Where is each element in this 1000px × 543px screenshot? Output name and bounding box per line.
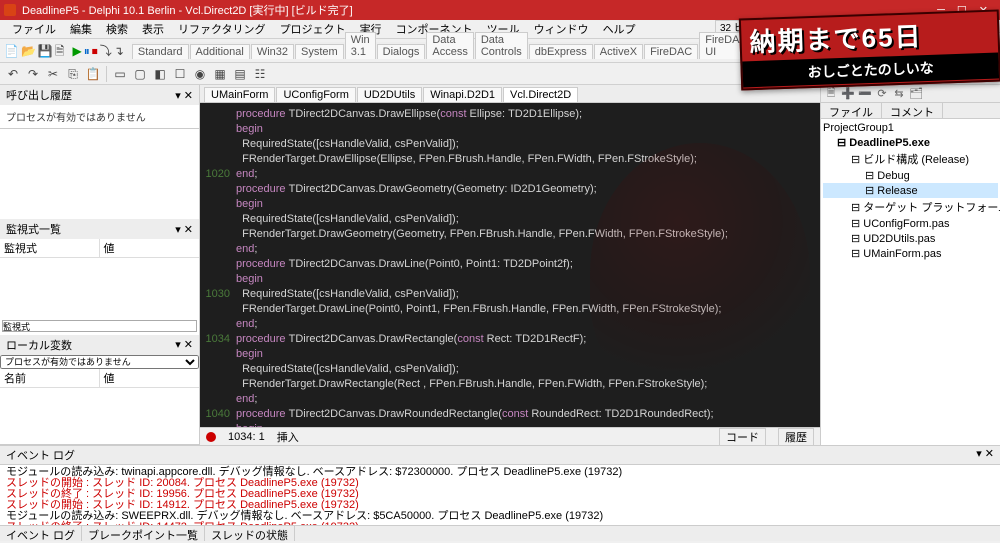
open-icon[interactable]: 📂 bbox=[21, 42, 36, 60]
component-icon[interactable]: ☷ bbox=[251, 65, 269, 83]
proj-tool-icon[interactable]: ⇆ bbox=[892, 87, 906, 100]
callstack-body: プロセスが有効ではありません bbox=[0, 105, 199, 128]
process-select[interactable]: プロセスが有効ではありません bbox=[0, 355, 199, 369]
undo-icon[interactable]: ↶ bbox=[4, 65, 22, 83]
tree-node[interactable]: ⊟ ビルド構成 (Release) bbox=[823, 150, 998, 168]
step-over-icon[interactable]: ⤵ bbox=[100, 42, 112, 60]
component-icon[interactable]: ☐ bbox=[171, 65, 189, 83]
right-tab-file[interactable]: ファイル bbox=[821, 103, 882, 118]
pause-icon[interactable]: ⏸ bbox=[84, 42, 90, 60]
tree-node[interactable]: ⊟ DeadlineP5.exe bbox=[823, 135, 998, 150]
editor-tab[interactable]: UD2DUtils bbox=[357, 87, 422, 102]
watch-header[interactable]: 監視式一覧▾ ✕ bbox=[0, 219, 199, 239]
deadline-banner: 納期まで65日 おしごとたのしいな bbox=[739, 9, 1000, 90]
palette-tab[interactable]: FireDAC bbox=[644, 44, 698, 59]
component-icon[interactable]: ▢ bbox=[131, 65, 149, 83]
proj-tool-icon[interactable]: ➖ bbox=[858, 87, 872, 100]
palette-tab[interactable]: Data Access bbox=[426, 32, 473, 59]
save-icon[interactable]: 💾 bbox=[38, 42, 53, 60]
callstack-header[interactable]: 呼び出し履歴▾ ✕ bbox=[0, 85, 199, 105]
locals-columns: 名前値 bbox=[0, 369, 199, 388]
palette-tab[interactable]: Data Controls bbox=[475, 32, 528, 59]
palette-tab[interactable]: Standard bbox=[132, 44, 189, 59]
menu-item[interactable]: 編集 bbox=[64, 19, 98, 39]
component-icon[interactable]: ▭ bbox=[111, 65, 129, 83]
tree-node[interactable]: ⊟ ターゲット プラットフォーム ... bbox=[823, 198, 998, 216]
tree-node[interactable]: ⊟ Release bbox=[823, 183, 998, 198]
menu-item[interactable]: ヘルプ bbox=[597, 19, 642, 39]
log-header[interactable]: イベント ログ▾ ✕ bbox=[0, 446, 1000, 465]
bottom-tab[interactable]: ブレークポイント一覧 bbox=[82, 526, 205, 541]
watch-filter-input[interactable] bbox=[2, 320, 197, 332]
view-tab-history[interactable]: 履歴 bbox=[778, 428, 814, 446]
stop-icon[interactable]: ⏹ bbox=[92, 42, 98, 60]
cut-icon[interactable]: ✂ bbox=[44, 65, 62, 83]
proj-tool-icon[interactable]: 🗂 bbox=[909, 87, 923, 100]
tree-node[interactable]: ⊟ UMainForm.pas bbox=[823, 246, 998, 261]
copy-icon[interactable]: ⎘ bbox=[64, 65, 82, 83]
menu-item[interactable]: 検索 bbox=[100, 19, 134, 39]
event-log[interactable]: モジュールの読み込み: twinapi.appcore.dll. デバッグ情報な… bbox=[0, 465, 1000, 525]
proj-tool-icon[interactable]: ⟳ bbox=[875, 87, 889, 100]
code-editor[interactable]: procedure TDirect2DCanvas.DrawEllipse(co… bbox=[200, 103, 820, 427]
run-icon[interactable]: ▶ bbox=[73, 42, 82, 60]
saveall-icon[interactable]: 🗎 bbox=[55, 42, 65, 60]
editor-tab[interactable]: UConfigForm bbox=[276, 87, 355, 102]
view-tab-code[interactable]: コード bbox=[719, 428, 766, 446]
tree-node[interactable]: ⊟ UD2DUtils.pas bbox=[823, 231, 998, 246]
editor-tab[interactable]: UMainForm bbox=[204, 87, 275, 102]
palette-tab[interactable]: Additional bbox=[190, 44, 250, 59]
editor-tab-active[interactable]: Vcl.Direct2D bbox=[503, 87, 578, 102]
component-icon[interactable]: ◉ bbox=[191, 65, 209, 83]
step-into-icon[interactable]: ↴ bbox=[114, 42, 124, 60]
locals-header[interactable]: ローカル変数▾ ✕ bbox=[0, 335, 199, 355]
palette-tab[interactable]: ActiveX bbox=[594, 44, 643, 59]
palette-tab[interactable]: Dialogs bbox=[377, 44, 426, 59]
new-icon[interactable]: 📄 bbox=[4, 42, 19, 60]
editor-status-bar: 1034: 1 挿入 コード 履歴 bbox=[200, 427, 820, 445]
redo-icon[interactable]: ↷ bbox=[24, 65, 42, 83]
palette-tab[interactable]: Win 3.1 bbox=[345, 32, 376, 59]
watch-columns: 監視式値 bbox=[0, 239, 199, 258]
menu-item[interactable]: ウィンドウ bbox=[528, 19, 595, 39]
palette-tab[interactable]: Win32 bbox=[251, 44, 294, 59]
messages-panel: イベント ログ▾ ✕ モジュールの読み込み: twinapi.appcore.d… bbox=[0, 445, 1000, 541]
left-dock: 呼び出し履歴▾ ✕ プロセスが有効ではありません 監視式一覧▾ ✕ 監視式値 ロ… bbox=[0, 85, 200, 445]
decorative-overlay bbox=[590, 143, 810, 403]
menu-item[interactable]: 表示 bbox=[136, 19, 170, 39]
project-manager: 🗎➕➖⟳⇆🗂 ファイル コメント ProjectGroup1⊟ Deadline… bbox=[820, 85, 1000, 445]
proj-tool-icon[interactable]: ➕ bbox=[841, 87, 855, 100]
editor: UMainForm UConfigForm UD2DUtils Winapi.D… bbox=[200, 85, 820, 445]
project-tree[interactable]: ProjectGroup1⊟ DeadlineP5.exe⊟ ビルド構成 (Re… bbox=[821, 119, 1000, 263]
component-icon[interactable]: ▦ bbox=[211, 65, 229, 83]
menu-item[interactable]: リファクタリング bbox=[172, 19, 272, 39]
paste-icon[interactable]: 📋 bbox=[84, 65, 102, 83]
tree-node[interactable]: ⊟ Debug bbox=[823, 168, 998, 183]
insert-mode: 挿入 bbox=[277, 429, 299, 445]
right-tab-comment[interactable]: コメント bbox=[882, 103, 943, 118]
app-icon bbox=[4, 4, 16, 16]
palette-tab[interactable]: System bbox=[295, 44, 344, 59]
tree-node[interactable]: ⊟ UConfigForm.pas bbox=[823, 216, 998, 231]
palette-tab[interactable]: dbExpress bbox=[529, 44, 593, 59]
cursor-position: 1034: 1 bbox=[228, 431, 265, 443]
project-toolbar: 🗎➕➖⟳⇆🗂 bbox=[821, 85, 1000, 103]
bottom-tab[interactable]: スレッドの状態 bbox=[205, 526, 295, 541]
menu-item[interactable]: ファイル bbox=[6, 19, 62, 39]
editor-tabs: UMainForm UConfigForm UD2DUtils Winapi.D… bbox=[200, 85, 820, 103]
bottom-tab[interactable]: イベント ログ bbox=[0, 526, 82, 541]
component-icon[interactable]: ◧ bbox=[151, 65, 169, 83]
menu-item[interactable]: プロジェクト bbox=[274, 19, 352, 39]
modified-icon bbox=[206, 432, 216, 442]
editor-tab[interactable]: Winapi.D2D1 bbox=[423, 87, 502, 102]
tree-node[interactable]: ProjectGroup1 bbox=[823, 121, 998, 135]
window-title: DeadlineP5 - Delphi 10.1 Berlin - Vcl.Di… bbox=[22, 2, 353, 18]
component-icon[interactable]: ▤ bbox=[231, 65, 249, 83]
